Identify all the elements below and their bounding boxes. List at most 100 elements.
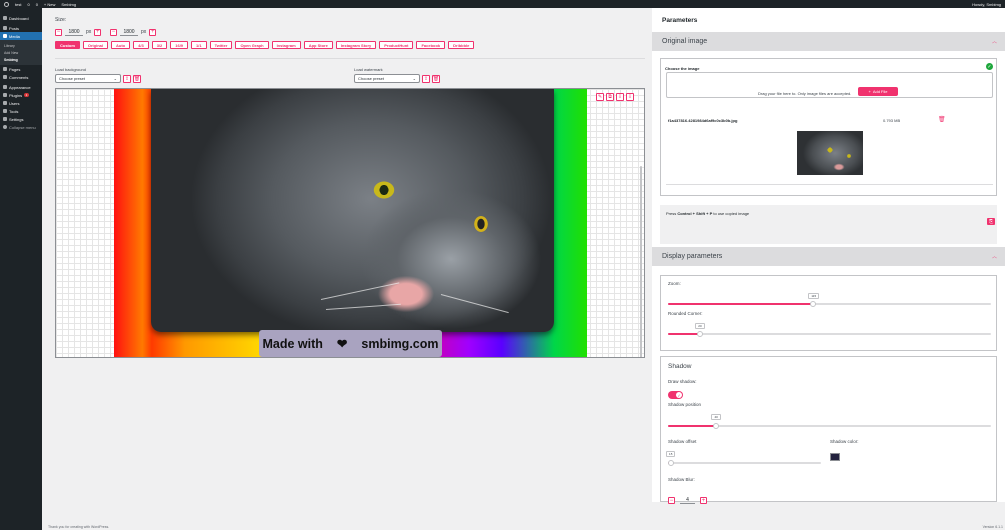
shadow-blur-input[interactable] (680, 497, 695, 504)
load-watermark-row: Choose preset ⌄ ⇪ 🗑 (354, 74, 440, 83)
image-canvas[interactable]: Made with ❤ smbimg.com ✎ ⧉ ⇩ ⇩ (55, 88, 645, 358)
sidebar-item-pages[interactable]: Pages (0, 65, 42, 73)
ratio-1-1-button[interactable]: 1/1 (191, 41, 207, 49)
admin-bar: test 0 0 + New Smbimg Howdy, Smbimg (0, 0, 1005, 8)
ratio-instagram-button[interactable]: Instagram (271, 41, 301, 49)
sidebar-item-plugins[interactable]: Plugins 1 (0, 91, 42, 99)
pin-icon (3, 26, 7, 30)
sidebar-item-label: Media (9, 33, 20, 39)
watermark-upload-button[interactable]: ⇪ (422, 74, 430, 83)
width-unit: px (86, 29, 92, 35)
aspect-ratio-buttons: Custom Original Auto 4/3 3/2 16/9 1/1 Tw… (55, 41, 475, 49)
footer-thanks: Thank you for creating with WordPress. (48, 525, 110, 529)
copy-icon: ⧉ (608, 94, 612, 100)
howdy-user[interactable]: Howdy, Smbimg (972, 2, 1001, 7)
ratio-facebook-button[interactable]: Facebook (416, 41, 446, 49)
shadow-box (660, 356, 997, 502)
ratio-twitter-button[interactable]: Twitter (209, 41, 233, 49)
submenu-smbimg[interactable]: Smbimg (0, 56, 42, 63)
sidebar-item-tools[interactable]: Tools (0, 107, 42, 115)
media-icon (3, 34, 7, 38)
sidebar-item-label: Pages (9, 66, 21, 72)
sidebar-item-posts[interactable]: Posts (0, 24, 42, 32)
submenu-add-new[interactable]: Add New (0, 49, 42, 56)
brush-icon (3, 85, 7, 89)
width-input[interactable] (65, 28, 83, 36)
comments-count[interactable]: 0 (36, 2, 38, 7)
sidebar-item-dashboard[interactable]: Dashboard (0, 14, 42, 22)
display-parameters-section-header[interactable]: Display parameters ︿ (652, 247, 1005, 266)
ratio-4-3-button[interactable]: 4/3 (133, 41, 149, 49)
image-thumbnail (797, 131, 863, 175)
height-input[interactable] (120, 28, 138, 36)
sidebar-item-settings[interactable]: Settings (0, 115, 42, 123)
ratio-open-graph-button[interactable]: Open Graph (235, 41, 269, 49)
sidebar-item-users[interactable]: Users (0, 99, 42, 107)
save-tool-button[interactable]: ⇩ (626, 93, 634, 101)
editor-main: Size: − px + − px + Custom Original Auto… (42, 8, 652, 530)
sidebar-item-comments[interactable]: Comments (0, 73, 42, 81)
parameters-panel: Parameters Original image ︿ Choose the i… (652, 8, 1005, 504)
add-file-label: Add File (872, 89, 888, 94)
shadow-position-label: Shadow position (668, 402, 702, 407)
shadow-offset-slider[interactable] (668, 462, 821, 464)
rounded-corner-slider[interactable] (668, 333, 991, 335)
shadow-blur-increment-button[interactable]: + (700, 497, 707, 504)
sidebar-item-label: Collapse menu (9, 124, 36, 130)
background-upload-button[interactable]: ⇪ (123, 74, 131, 83)
edit-tool-button[interactable]: ✎ (596, 93, 604, 101)
collapse-menu-button[interactable]: Collapse menu (0, 123, 42, 131)
width-increment-button[interactable]: + (94, 28, 102, 36)
shadow-offset-value-tooltip: 15 (666, 451, 676, 457)
ratio-producthunt-button[interactable]: ProductHunt (379, 41, 414, 49)
cat-photo (151, 89, 554, 332)
height-decrement-button[interactable]: − (110, 28, 117, 36)
sidebar-item-label: Dashboard (9, 15, 29, 21)
draw-shadow-toggle[interactable]: ✓ (668, 391, 683, 399)
comment-icon (3, 75, 7, 79)
download-tool-button[interactable]: ⇩ (616, 93, 624, 101)
sidebar-item-label: Posts (9, 25, 20, 31)
ratio-16-9-button[interactable]: 16/9 (170, 41, 189, 49)
sidebar-item-appearance[interactable]: Appearance (0, 83, 42, 91)
ratio-3-2-button[interactable]: 3/2 (151, 41, 168, 49)
paste-button[interactable]: ⎘ (987, 218, 995, 225)
ratio-app-store-button[interactable]: App Store (303, 41, 333, 49)
background-preset-select[interactable]: Choose preset ⌄ (55, 74, 121, 83)
trash-icon: 🗑 (133, 75, 141, 82)
new-content-link[interactable]: + New (44, 2, 55, 7)
updates-count[interactable]: 0 (27, 2, 29, 7)
site-name-link[interactable]: test (15, 2, 21, 7)
ratio-auto-button[interactable]: Auto (111, 41, 131, 49)
add-file-button[interactable]: + Add File (858, 87, 898, 96)
ratio-instagram-story-button[interactable]: Instagram Story (335, 41, 377, 49)
original-image-section-header[interactable]: Original image ︿ (652, 32, 1005, 51)
watermark-badge[interactable]: Made with ❤ smbimg.com (259, 330, 442, 357)
remove-file-icon[interactable]: 🗑 (938, 117, 946, 123)
rounded-corner-value-tooltip: 20 (695, 323, 705, 329)
trash-icon: 🗑 (432, 75, 440, 82)
pencil-icon: ✎ (597, 94, 603, 100)
dashboard-icon (3, 16, 7, 20)
ratio-custom-button[interactable]: Custom (55, 41, 80, 49)
canvas-scrollbar[interactable] (640, 166, 642, 357)
shadow-offset-slider-knob[interactable] (668, 460, 675, 466)
chevron-down-icon: ⌄ (412, 76, 416, 81)
watermark-preset-select[interactable]: Choose preset ⌄ (354, 74, 420, 83)
shadow-color-swatch[interactable] (830, 453, 840, 461)
shadow-color-label: Shadow color: (830, 439, 859, 444)
ratio-original-button[interactable]: Original (82, 41, 109, 49)
submenu-library[interactable]: Library (0, 42, 42, 49)
check-icon: ✓ (986, 63, 993, 70)
watermark-text-left: Made with (262, 336, 323, 351)
background-delete-button[interactable]: 🗑 (133, 74, 141, 83)
shadow-blur-decrement-button[interactable]: − (668, 497, 675, 504)
ratio-dribbble-button[interactable]: Dribbble (448, 41, 475, 49)
height-increment-button[interactable]: + (149, 28, 157, 36)
width-decrement-button[interactable]: − (55, 28, 62, 36)
smbimg-link[interactable]: Smbimg (61, 2, 76, 7)
copy-tool-button[interactable]: ⧉ (606, 93, 614, 101)
wordpress-logo-icon[interactable] (4, 1, 9, 7)
sidebar-item-media[interactable]: Media (0, 32, 42, 40)
watermark-delete-button[interactable]: 🗑 (432, 74, 440, 83)
